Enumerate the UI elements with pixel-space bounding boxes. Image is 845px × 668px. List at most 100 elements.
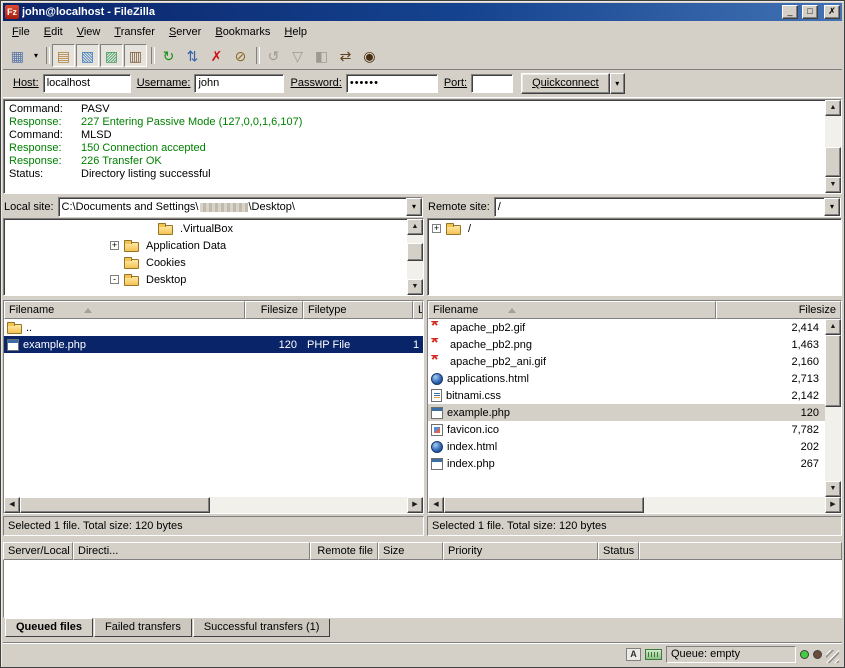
remote-list-vertical-scrollbar[interactable]: ▲ ▼: [825, 319, 841, 497]
sync-browse-icon[interactable]: ⇄: [334, 44, 357, 67]
transfer-type-icon[interactable]: A: [626, 648, 641, 661]
queue-toggle-icon[interactable]: ▥: [124, 44, 147, 67]
remote-horizontal-scrollbar[interactable]: ◀ ▶: [428, 497, 841, 513]
remote-tree-toggle-icon[interactable]: ▨: [100, 44, 123, 67]
local-site-combobox[interactable]: C:\Documents and Settings\\Desktop\ ▾: [58, 197, 423, 217]
close-button[interactable]: ✗: [824, 5, 840, 19]
transfer-queue-list[interactable]: [3, 560, 842, 618]
file-row[interactable]: favicon.ico 7,782: [428, 421, 825, 438]
compare-icon[interactable]: ◧: [310, 44, 333, 67]
local-path: C:\Documents and Settings\\Desktop\: [59, 201, 406, 213]
scroll-right-button[interactable]: ▶: [407, 497, 423, 513]
filter-icon[interactable]: ▽: [286, 44, 309, 67]
host-input[interactable]: [43, 74, 131, 93]
menu-item[interactable]: View: [70, 23, 108, 41]
column-header[interactable]: Priority: [443, 542, 598, 560]
file-row[interactable]: bitnami.css 2,142: [428, 387, 825, 404]
scroll-down-button[interactable]: ▼: [825, 177, 841, 193]
chevron-down-icon[interactable]: ▾: [406, 198, 422, 216]
folder-icon: [124, 259, 139, 269]
tree-item[interactable]: + Application Data: [4, 237, 423, 254]
column-header[interactable]: Size: [378, 542, 443, 560]
port-input[interactable]: [471, 74, 513, 93]
file-row[interactable]: ..: [4, 319, 423, 336]
file-row[interactable]: apache_pb2.png 1,463: [428, 336, 825, 353]
tree-expander-icon[interactable]: +: [432, 224, 441, 233]
column-header[interactable]: Filename: [4, 301, 245, 319]
activity-leds: [800, 650, 822, 659]
scroll-down-button[interactable]: ▼: [407, 279, 423, 295]
file-row[interactable]: example.php 120 PHP File 1: [4, 336, 423, 353]
file-row[interactable]: index.html 202: [428, 438, 825, 455]
titlebar: Fz john@localhost - FileZilla _ □ ✗: [3, 3, 842, 21]
scroll-down-button[interactable]: ▼: [825, 481, 841, 497]
scroll-left-button[interactable]: ◀: [4, 497, 20, 513]
minimize-button[interactable]: _: [782, 5, 798, 19]
scroll-right-button[interactable]: ▶: [825, 497, 841, 513]
tree-item[interactable]: Cookies: [4, 254, 423, 271]
cancel-icon[interactable]: ✗: [205, 44, 228, 67]
column-header[interactable]: Filename: [428, 301, 716, 319]
menu-item[interactable]: Help: [277, 23, 314, 41]
menu-item[interactable]: Edit: [37, 23, 70, 41]
file-row[interactable]: apache_pb2.gif 2,414: [428, 319, 825, 336]
column-header[interactable]: Filetype: [303, 301, 413, 319]
local-tree-toggle-icon[interactable]: ▧: [76, 44, 99, 67]
tree-item[interactable]: - Desktop: [4, 271, 423, 288]
find-files-icon[interactable]: ◉: [358, 44, 381, 67]
scrollbar-thumb[interactable]: [444, 497, 644, 513]
tree-item[interactable]: .VirtualBox: [4, 220, 423, 237]
file-row[interactable]: example.php 120: [428, 404, 825, 421]
scrollbar-thumb[interactable]: [407, 243, 423, 261]
password-input[interactable]: [346, 74, 438, 93]
scroll-up-button[interactable]: ▲: [407, 219, 423, 235]
scrollbar-thumb[interactable]: [20, 497, 210, 513]
remote-site-combobox[interactable]: / ▾: [494, 197, 841, 217]
tree-item[interactable]: + /: [428, 220, 841, 237]
chevron-down-icon[interactable]: ▾: [824, 198, 840, 216]
disconnect-icon[interactable]: ⊘: [229, 44, 252, 67]
queue-tab[interactable]: Queued files: [5, 618, 93, 637]
menu-item[interactable]: File: [5, 23, 37, 41]
resize-grip[interactable]: [826, 650, 839, 663]
log-vertical-scrollbar[interactable]: ▲ ▼: [825, 100, 841, 193]
quickconnect-dropdown-button[interactable]: ▾: [610, 73, 625, 94]
tree-expander-icon[interactable]: +: [110, 241, 119, 250]
local-horizontal-scrollbar[interactable]: ◀ ▶: [4, 497, 423, 513]
column-header[interactable]: L: [413, 301, 423, 319]
maximize-button[interactable]: □: [802, 5, 818, 19]
menu-item[interactable]: Transfer: [107, 23, 162, 41]
refresh-icon[interactable]: ↻: [157, 44, 180, 67]
scrollbar-thumb[interactable]: [825, 147, 841, 177]
site-manager-icon[interactable]: ▦: [6, 44, 29, 67]
file-row[interactable]: applications.html 2,713: [428, 370, 825, 387]
file-row[interactable]: apache_pb2_ani.gif 2,160: [428, 353, 825, 370]
keyboard-icon[interactable]: [645, 649, 662, 660]
main-split: Local site: C:\Documents and Settings\\D…: [3, 196, 842, 536]
column-header[interactable]: Directi...: [73, 542, 310, 560]
scrollbar-thumb[interactable]: [825, 335, 841, 407]
menu-item[interactable]: Server: [162, 23, 208, 41]
file-row[interactable]: index.php 267: [428, 455, 825, 472]
column-header[interactable]: Filesize: [716, 301, 841, 319]
tree-expander-icon[interactable]: -: [110, 275, 119, 284]
queue-status: Queue: empty: [666, 646, 796, 663]
message-log-toggle-icon[interactable]: ▤: [52, 44, 75, 67]
column-header[interactable]: Remote file: [310, 542, 378, 560]
site-manager-dropdown-icon[interactable]: ▾: [30, 44, 42, 67]
queue-tab[interactable]: Successful transfers (1): [193, 619, 331, 637]
column-header[interactable]: Status: [598, 542, 639, 560]
menu-item[interactable]: Bookmarks: [208, 23, 277, 41]
scroll-up-button[interactable]: ▲: [825, 100, 841, 116]
process-queue-icon[interactable]: ⇅: [181, 44, 204, 67]
column-header[interactable]: Filesize: [245, 301, 303, 319]
file-icon: [431, 407, 443, 419]
scroll-left-button[interactable]: ◀: [428, 497, 444, 513]
local-tree-vertical-scrollbar[interactable]: ▲ ▼: [407, 219, 423, 295]
column-header[interactable]: Server/Local file: [3, 542, 73, 560]
scroll-up-button[interactable]: ▲: [825, 319, 841, 335]
reconnect-icon[interactable]: ↺: [262, 44, 285, 67]
quickconnect-button[interactable]: Quickconnect: [521, 73, 610, 94]
queue-tab[interactable]: Failed transfers: [94, 619, 192, 637]
username-input[interactable]: [194, 74, 284, 93]
